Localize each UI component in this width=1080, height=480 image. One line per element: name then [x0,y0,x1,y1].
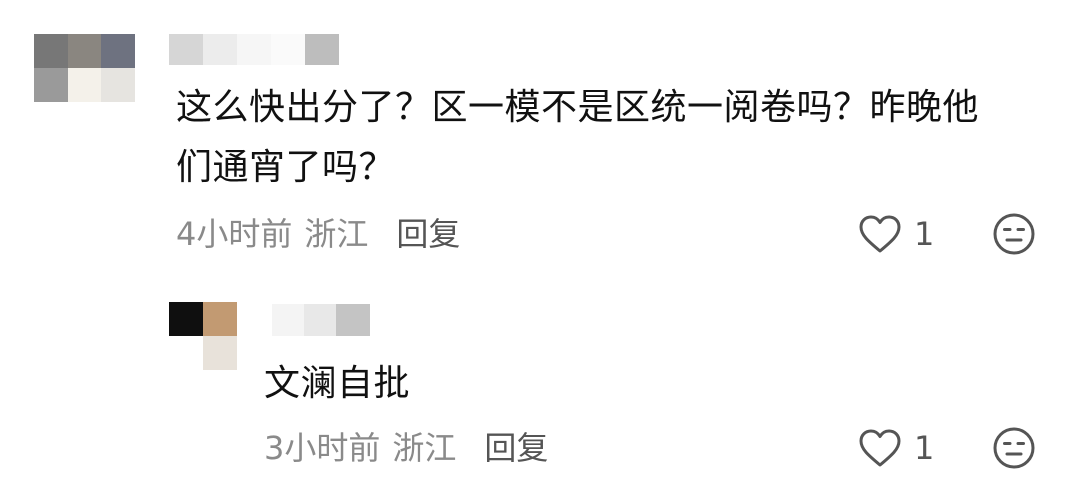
comment-text-line: 文澜自批 [264,363,411,404]
timestamp: 3小时前 [264,429,381,467]
reply-button[interactable]: 回复 [484,423,548,469]
username-pixel [203,34,237,65]
username-redacted[interactable] [272,304,370,336]
avatar[interactable] [169,302,237,370]
comment-text: 文澜自批 [264,354,410,414]
avatar-pixel [34,68,68,102]
username-pixel [304,304,336,336]
like-button[interactable]: 1 [858,212,934,256]
avatar-pixel [101,68,135,102]
comment-text: 这么快出分了？区一模不是区统一阅卷吗？昨晚他 们通宵了吗？ [176,78,979,198]
avatar[interactable] [34,34,135,102]
location: 浙江 [304,215,369,253]
timestamp: 4小时前 [176,215,293,253]
heart-outline-icon [859,215,901,253]
comment-text-line: 这么快出分了？区一模不是区统一阅卷吗？昨晚他 [176,87,980,128]
neutral-face-icon[interactable] [992,426,1036,470]
heart-outline-icon [859,429,901,467]
avatar-pixel [203,336,237,370]
reply-button[interactable]: 回复 [396,209,460,255]
avatar-pixel [169,302,203,336]
username-pixel [336,304,370,336]
username-pixel [237,34,271,65]
avatar-pixel [67,68,102,102]
avatar-pixel [203,302,237,336]
like-count: 1 [914,215,935,253]
username-pixel [272,304,304,336]
comment-thread: 这么快出分了？区一模不是区统一阅卷吗？昨晚他 们通宵了吗？ 4小时前 浙江 回复… [0,0,1080,480]
username-pixel [271,34,305,65]
comment-meta: 4小时前 浙江 回复 [176,208,460,256]
comment-meta: 3小时前 浙江 回复 [264,422,548,470]
username-redacted[interactable] [169,34,339,65]
comment-text-line: 们通宵了吗？ [176,147,396,188]
neutral-face-icon[interactable] [992,212,1036,256]
location: 浙江 [392,429,457,467]
avatar-pixel [101,34,135,68]
avatar-pixel [169,336,203,370]
avatar-pixel [67,34,102,68]
like-button[interactable]: 1 [858,426,934,470]
avatar-pixel [34,34,68,68]
username-pixel [305,34,339,65]
username-pixel [169,34,203,65]
like-count: 1 [914,429,935,467]
